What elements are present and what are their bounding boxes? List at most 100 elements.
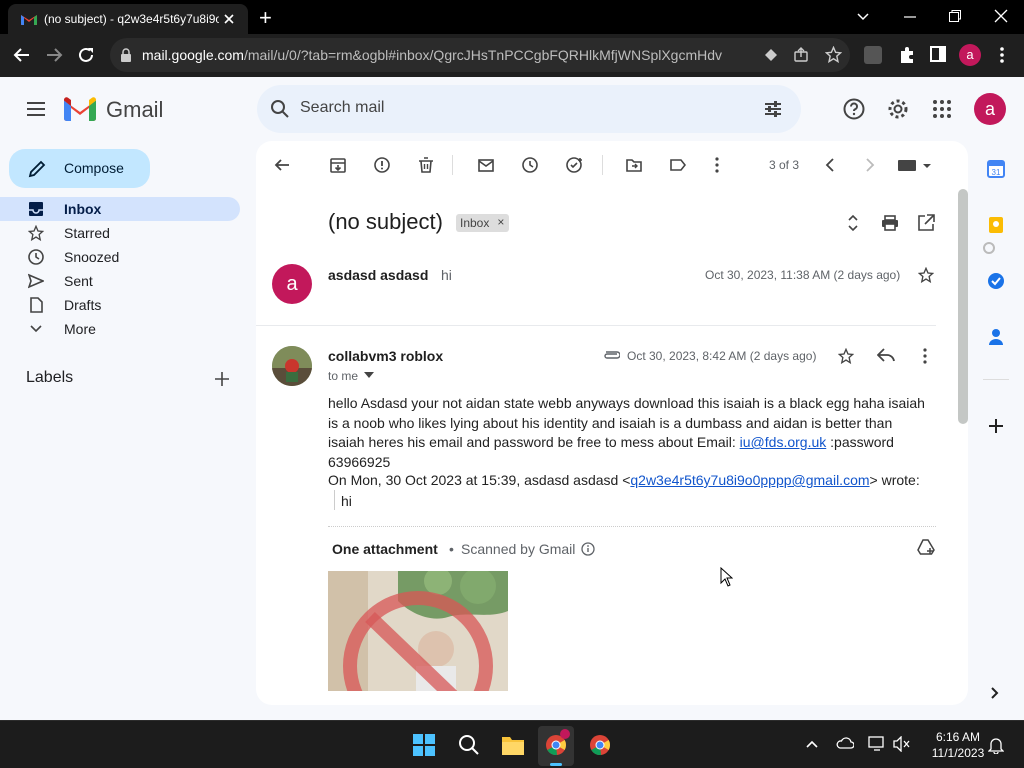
search-input[interactable]: Search mail xyxy=(300,99,384,117)
show-hidden-icons-chevron-icon[interactable] xyxy=(806,740,818,748)
side-panel-icon[interactable] xyxy=(930,46,946,62)
print-icon[interactable] xyxy=(881,215,899,231)
back-to-inbox-icon[interactable] xyxy=(274,157,290,173)
network-icon[interactable] xyxy=(868,736,886,752)
sender-avatar-photo[interactable] xyxy=(272,346,312,386)
reload-icon[interactable] xyxy=(77,46,95,64)
email-link[interactable]: iu@fds.org.uk xyxy=(740,434,827,450)
get-addons-plus-icon[interactable] xyxy=(988,418,1004,434)
message-snippet[interactable]: hi xyxy=(441,267,452,283)
browser-tab[interactable]: (no subject) - q2w3e4r5t6y7u8i9o xyxy=(8,4,248,34)
inbox-label-chip[interactable]: Inbox × xyxy=(456,214,510,232)
gmail-wordmark: Gmail xyxy=(106,97,164,122)
lock-icon[interactable] xyxy=(120,48,132,62)
apps-grid-icon[interactable] xyxy=(932,99,952,119)
recipient-details-icon[interactable] xyxy=(364,372,374,378)
recipient-line[interactable]: to me xyxy=(328,369,358,383)
address-bar[interactable]: mail.google.com/mail/u/0/?tab=rm&ogbl#in… xyxy=(110,38,850,72)
older-chevron-icon[interactable] xyxy=(865,157,875,173)
back-arrow-icon[interactable] xyxy=(13,46,31,64)
profile-avatar[interactable]: a xyxy=(959,44,981,66)
onedrive-cloud-icon[interactable] xyxy=(836,736,854,750)
collapse-rail-icon[interactable] xyxy=(982,241,996,255)
open-new-window-icon[interactable] xyxy=(917,214,935,232)
clock-icon xyxy=(28,249,44,265)
new-tab-button[interactable]: + xyxy=(259,5,272,31)
archive-icon[interactable] xyxy=(330,157,346,173)
expand-all-icon[interactable] xyxy=(847,214,859,232)
minimize-icon[interactable] xyxy=(903,10,917,24)
volume-muted-icon[interactable] xyxy=(893,736,911,752)
report-spam-icon[interactable] xyxy=(374,157,390,173)
tasks-icon[interactable] xyxy=(987,272,1005,290)
scrollbar-thumb[interactable] xyxy=(958,189,968,424)
newer-chevron-icon[interactable] xyxy=(825,157,835,173)
search-bar[interactable]: Search mail xyxy=(257,85,801,133)
sender-name[interactable]: collabvm3 roblox xyxy=(328,348,443,364)
input-tools-keyboard-icon[interactable] xyxy=(898,160,932,172)
clock-time[interactable]: 6:16 AM xyxy=(918,730,998,744)
calendar-icon[interactable]: 31 xyxy=(987,160,1005,178)
account-avatar[interactable]: a xyxy=(974,93,1006,125)
delete-icon[interactable] xyxy=(418,157,434,173)
close-window-icon[interactable] xyxy=(994,9,1008,23)
compose-button[interactable]: Compose xyxy=(9,149,150,188)
share-icon[interactable] xyxy=(793,47,809,63)
rail-divider xyxy=(983,379,1009,380)
remove-label-icon[interactable]: × xyxy=(497,214,504,231)
file-explorer-icon[interactable] xyxy=(501,734,525,756)
sidebar-item-inbox[interactable]: Inbox xyxy=(0,197,240,221)
sender-avatar[interactable]: a xyxy=(272,264,312,304)
windows-start-icon[interactable] xyxy=(413,734,435,756)
eye-off-icon[interactable] xyxy=(763,47,779,63)
sender-name[interactable]: asdasd asdasd xyxy=(328,267,428,283)
gmail-logo-icon[interactable] xyxy=(64,97,96,121)
add-task-icon[interactable] xyxy=(566,157,584,173)
more-message-options-icon[interactable] xyxy=(923,348,927,364)
main-menu-icon[interactable] xyxy=(26,101,46,117)
star-message-icon[interactable] xyxy=(838,348,854,364)
compose-label: Compose xyxy=(64,160,124,176)
chrome-icon[interactable] xyxy=(589,734,611,756)
contacts-icon[interactable] xyxy=(987,328,1005,346)
keep-icon[interactable] xyxy=(987,216,1005,234)
help-icon[interactable] xyxy=(843,98,865,120)
search-options-icon[interactable] xyxy=(763,99,783,119)
subject-heading: (no subject) xyxy=(328,209,443,234)
sidebar-item-drafts[interactable]: Drafts xyxy=(0,293,240,317)
save-to-drive-icon[interactable] xyxy=(917,539,935,555)
chrome-taskbar-active[interactable] xyxy=(538,726,574,766)
reply-icon[interactable] xyxy=(877,348,895,362)
sidebar-item-snoozed[interactable]: Snoozed xyxy=(0,245,240,269)
more-vert-icon[interactable] xyxy=(715,157,719,173)
taskbar-search-icon[interactable] xyxy=(458,734,480,756)
svg-text:31: 31 xyxy=(992,168,1001,177)
move-to-icon[interactable] xyxy=(626,157,642,173)
expand-side-panel-icon[interactable] xyxy=(990,686,1000,700)
restore-icon[interactable] xyxy=(948,9,962,23)
tab-search-icon[interactable] xyxy=(856,10,870,24)
quoted-email-link[interactable]: q2w3e4r5t6y7u8i9o0pppp@gmail.com xyxy=(630,472,869,488)
star-message-icon[interactable] xyxy=(918,267,934,283)
browser-tab-title: (no subject) - q2w3e4r5t6y7u8i9o xyxy=(44,12,219,26)
close-tab-icon[interactable] xyxy=(222,12,236,26)
add-label-icon[interactable] xyxy=(214,371,230,387)
puzzle-icon[interactable] xyxy=(898,46,916,64)
snooze-icon[interactable] xyxy=(522,157,538,173)
forward-arrow-icon[interactable] xyxy=(45,46,63,64)
settings-gear-icon[interactable] xyxy=(887,98,909,120)
notifications-bell-icon[interactable] xyxy=(988,736,1004,754)
kebab-menu-icon[interactable] xyxy=(999,46,1005,64)
search-icon[interactable] xyxy=(270,99,290,119)
sidebar-item-sent[interactable]: Sent xyxy=(0,269,240,293)
attachment-thumbnail[interactable] xyxy=(328,571,508,691)
sidebar-item-more[interactable]: More xyxy=(0,317,240,341)
clock-date[interactable]: 11/1/2023 xyxy=(918,746,998,760)
info-icon[interactable] xyxy=(581,542,595,556)
sidebar-item-starred[interactable]: Starred xyxy=(0,221,240,245)
mark-unread-icon[interactable] xyxy=(478,157,494,173)
bookmark-star-icon[interactable] xyxy=(825,46,842,63)
extension-icon[interactable] xyxy=(864,46,882,64)
inbox-chip-label: Inbox xyxy=(460,216,490,230)
label-icon[interactable] xyxy=(670,157,686,173)
